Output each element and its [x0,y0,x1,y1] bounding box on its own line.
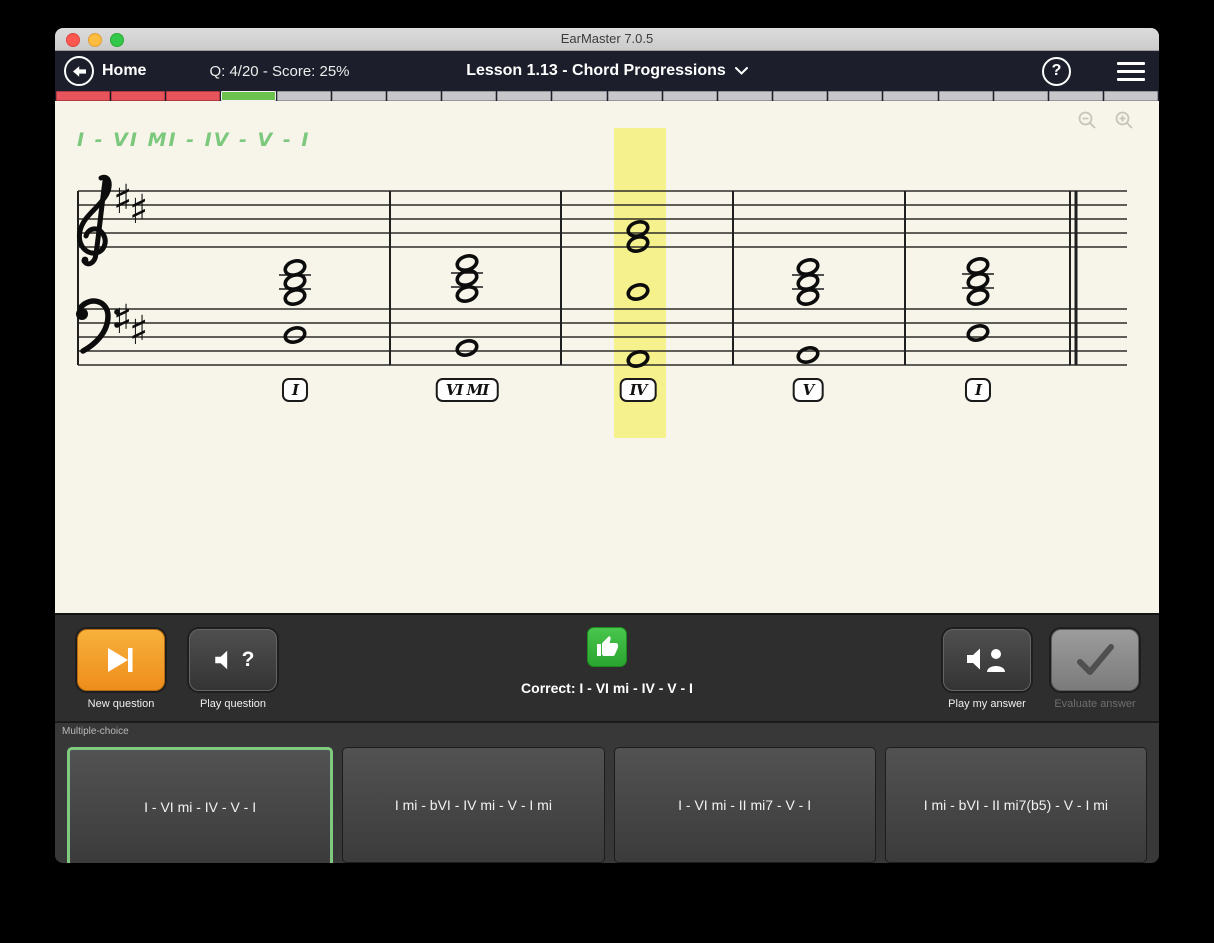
play-my-answer-label: Play my answer [948,698,1026,710]
whole-note [283,287,306,306]
help-button[interactable]: ? [1042,57,1071,86]
chord-label: VI MI [436,378,499,402]
titlebar: EarMaster 7.0.5 [55,28,1159,51]
control-bar: New question ? Play question Correct: I … [55,613,1159,723]
choice-option-3[interactable]: I - VI mi - II mi7 - V - I [614,747,876,863]
choice-option-1[interactable]: I - VI mi - IV - V - I [67,747,333,863]
progress-segment [497,91,551,101]
chevron-down-icon [735,67,748,75]
chord-label: I [282,378,308,402]
correct-thumbs-up-icon [587,627,627,667]
play-question-label: Play question [200,698,266,710]
choice-option-4[interactable]: I mi - bVI - II mi7(b5) - V - I mi [885,747,1147,863]
progress-segment [773,91,827,101]
progress-segment [1104,91,1158,101]
new-question-label: New question [88,698,155,710]
progress-segment [111,91,165,101]
whole-note [283,325,306,344]
feedback-text: Correct: I - VI mi - IV - V - I [521,680,693,696]
evaluate-answer-label: Evaluate answer [1054,698,1135,710]
whole-note [626,234,649,253]
play-my-answer-button[interactable] [943,629,1031,691]
multiple-choice-panel: Multiple-choice I - VI mi - IV - V - I I… [55,723,1159,863]
sharp-icon: ♯ [129,308,148,354]
progress-segment [221,91,275,101]
sharp-icon: ♯ [129,187,148,233]
notation-area: I - VI MI - IV - V - I ♯♯♯♯ IVI MIIVVI [55,101,1159,613]
progress-bar [55,91,1159,101]
whole-note [966,287,989,306]
progress-segment [332,91,386,101]
evaluate-answer-button[interactable] [1051,629,1139,691]
zoom-out-icon[interactable] [1078,111,1096,129]
whole-note [455,268,478,287]
progress-segment [166,91,220,101]
progress-segment [277,91,331,101]
chord-label: IV [620,378,657,402]
whole-note [626,282,649,301]
progress-segment [56,91,110,101]
bass-clef-icon [76,308,88,320]
chord-label: I [965,378,991,402]
whole-note [796,287,819,306]
progress-segment [718,91,772,101]
multiple-choice-legend: Multiple-choice [62,726,129,737]
whole-note [455,338,478,357]
progress-segment [442,91,496,101]
app-window: EarMaster 7.0.5 Home Q: 4/20 - Score: 25… [55,28,1159,863]
progress-segment [663,91,717,101]
progress-segment [883,91,937,101]
whole-note [966,323,989,342]
progress-segment [939,91,993,101]
progress-segment [828,91,882,101]
menu-button[interactable] [1117,62,1145,81]
window-title: EarMaster 7.0.5 [55,31,1159,46]
grand-staff: ♯♯♯♯ [55,101,1159,613]
progress-segment [608,91,662,101]
progress-segment [994,91,1048,101]
speaker-person-icon [965,646,1009,674]
zoom-in-icon[interactable] [1115,111,1133,129]
progress-segment [387,91,441,101]
choice-option-2[interactable]: I mi - bVI - IV mi - V - I mi [342,747,604,863]
progress-segment [1049,91,1103,101]
whole-note [796,345,819,364]
lesson-selector[interactable]: Lesson 1.13 - Chord Progressions [55,51,1159,91]
checkmark-icon [1074,643,1116,677]
chord-label: V [793,378,824,402]
app-header: Home Q: 4/20 - Score: 25% Lesson 1.13 - … [55,51,1159,91]
progress-segment [552,91,606,101]
lesson-title: Lesson 1.13 - Chord Progressions [466,62,726,80]
